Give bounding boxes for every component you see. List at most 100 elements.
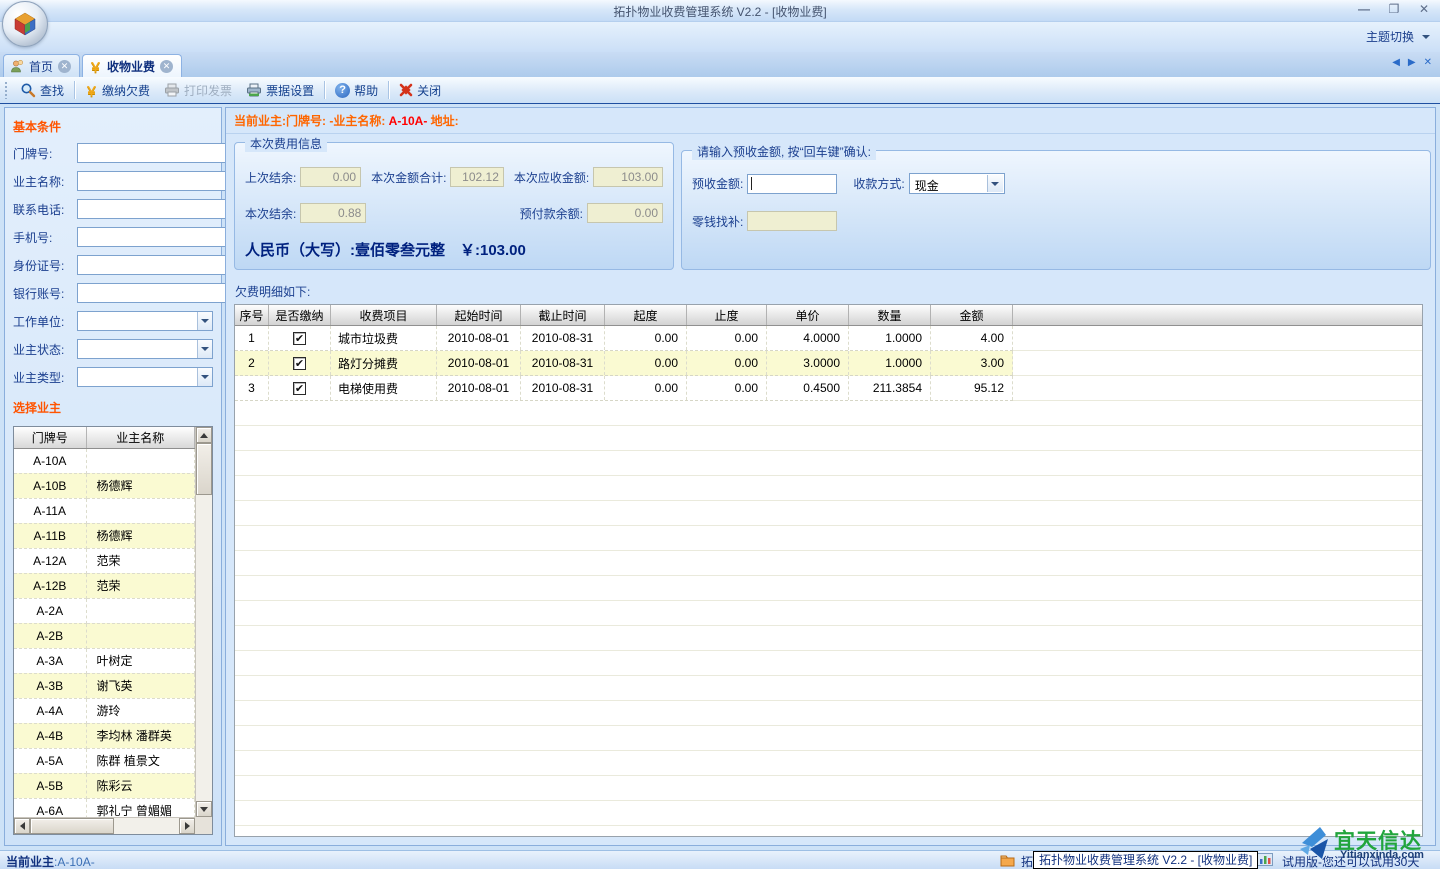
owner-row[interactable]: A-6A 郭礼宁 曾媚媚	[14, 798, 195, 817]
arrears-row[interactable]: 1 ✔ 城市垃圾费 2010-08-01 2010-08-31 0.00 0.0…	[235, 326, 1013, 351]
paid-cell: ✔	[269, 351, 331, 375]
chevron-down-icon[interactable]	[987, 175, 1003, 192]
text-caret	[751, 177, 752, 190]
menu-item[interactable]	[114, 33, 142, 41]
owner-col-door[interactable]: 门牌号	[14, 427, 86, 448]
filter-input[interactable]	[77, 255, 240, 275]
col-amount[interactable]: 金额	[931, 305, 1013, 325]
col-from[interactable]: 起度	[605, 305, 687, 325]
arrears-grid: 序号 是否缴纳 收费项目 起始时间 截止时间 起度 止度 单价 数量 金额 1 …	[234, 304, 1423, 837]
help-button[interactable]: ? 帮助	[328, 79, 385, 102]
filter-input[interactable]	[77, 143, 240, 163]
app-logo-orb[interactable]	[2, 1, 48, 47]
col-paid[interactable]: 是否缴纳	[269, 305, 331, 325]
col-price[interactable]: 单价	[767, 305, 849, 325]
owner-row[interactable]: A-10B 杨德辉	[14, 473, 195, 498]
owner-row[interactable]: A-10A	[14, 448, 195, 473]
chevron-down-icon[interactable]	[197, 312, 212, 330]
amount-cell: 95.12	[931, 376, 1013, 400]
paid-checkbox[interactable]: ✔	[293, 382, 306, 395]
col-item[interactable]: 收费项目	[331, 305, 437, 325]
close-tab-button[interactable]: 关闭	[392, 79, 448, 102]
owner-grid-vscrollbar[interactable]	[195, 427, 212, 817]
owner-line-prefix: 当前业主:门牌号: -业主名称:	[234, 114, 389, 128]
tab-close-icon[interactable]: ✕	[160, 60, 173, 73]
scroll-left-icon[interactable]	[14, 818, 30, 834]
taskbar-item-text[interactable]: 拓	[1021, 853, 1033, 869]
owner-row[interactable]: A-2B	[14, 623, 195, 648]
tab-scroll-right-icon[interactable]: ▶	[1408, 57, 1416, 68]
col-to[interactable]: 止度	[687, 305, 767, 325]
close-button[interactable]: ✕	[1416, 2, 1432, 16]
owner-row[interactable]: A-2A	[14, 598, 195, 623]
tab-list-close-icon[interactable]: ✕	[1424, 57, 1432, 68]
owner-row[interactable]: A-12B 范荣	[14, 573, 195, 598]
col-qty[interactable]: 数量	[849, 305, 931, 325]
owner-row[interactable]: A-11A	[14, 498, 195, 523]
filter-input[interactable]	[77, 171, 240, 191]
field-label: 业主类型:	[13, 369, 77, 386]
find-button[interactable]: 查找	[13, 79, 71, 102]
filter-input[interactable]	[77, 283, 240, 303]
col-seq[interactable]: 序号	[235, 305, 269, 325]
payment-method-select[interactable]: 现金	[909, 173, 1005, 194]
paid-checkbox[interactable]: ✔	[293, 357, 306, 370]
fee-item-cell: 电梯使用费	[331, 376, 437, 400]
paid-cell: ✔	[269, 326, 331, 350]
owner-col-name[interactable]: 业主名称	[86, 427, 195, 448]
hscroll-thumb[interactable]	[30, 818, 114, 834]
menu-item[interactable]	[170, 33, 198, 41]
arrears-row[interactable]: 2 ✔ 路灯分摊费 2010-08-01 2010-08-31 0.00 0.0…	[235, 351, 1013, 376]
filter-input[interactable]	[77, 199, 240, 219]
trial-item-icon[interactable]	[1257, 853, 1273, 869]
scroll-down-icon[interactable]	[196, 801, 212, 817]
col-start[interactable]: 起始时间	[437, 305, 521, 325]
maximize-button[interactable]: ❐	[1386, 2, 1402, 16]
print-invoice-button[interactable]: 打印发票	[157, 79, 239, 102]
owner-grid-hscrollbar[interactable]	[14, 817, 195, 834]
arrears-row[interactable]: 3 ✔ 电梯使用费 2010-08-01 2010-08-31 0.00 0.0…	[235, 376, 1013, 401]
chevron-down-icon	[1422, 35, 1430, 39]
owner-row[interactable]: A-3B 谢飞英	[14, 673, 195, 698]
scroll-right-icon[interactable]	[179, 818, 195, 834]
prepay-amount-input[interactable]	[747, 174, 837, 194]
menu-item[interactable]	[198, 33, 226, 41]
chevron-down-icon[interactable]	[197, 368, 212, 386]
owner-name-cell: 谢飞英	[86, 673, 195, 698]
start-date-cell: 2010-08-01	[437, 351, 521, 375]
ticket-settings-button[interactable]: 票据设置	[239, 79, 321, 102]
prepaid-label: 预付款余额:	[520, 205, 583, 222]
change-label: 零钱找补:	[692, 213, 743, 230]
tab-scroll-left-icon[interactable]: ◀	[1392, 57, 1400, 68]
owner-row[interactable]: A-5B 陈彩云	[14, 773, 195, 798]
tab-close-icon[interactable]: ✕	[58, 60, 71, 73]
owner-row[interactable]: A-3A 叶树定	[14, 648, 195, 673]
pay-arrears-button[interactable]: ￥ 缴纳欠费	[78, 78, 157, 103]
menu-item[interactable]	[58, 33, 86, 41]
owner-row[interactable]: A-4B 李均林 潘群英	[14, 723, 195, 748]
filter-select[interactable]	[77, 367, 213, 387]
filter-select[interactable]	[77, 339, 213, 359]
end-date-cell: 2010-08-31	[521, 376, 605, 400]
owner-row[interactable]: A-11B 杨德辉	[14, 523, 195, 548]
filter-select[interactable]	[77, 311, 213, 331]
chevron-down-icon[interactable]	[197, 340, 212, 358]
taskbar-item-icon[interactable]	[1000, 853, 1015, 869]
paid-checkbox[interactable]: ✔	[293, 332, 306, 345]
theme-switch[interactable]: 主题切换	[1366, 28, 1430, 45]
menu-item[interactable]	[142, 33, 170, 41]
minimize-button[interactable]: —	[1356, 2, 1372, 16]
tab-home[interactable]: 首页 ✕	[3, 54, 80, 77]
toolbar: 查找 ￥ 缴纳欠费 打印发票 票据设置 ? 帮	[0, 77, 1440, 104]
filter-input[interactable]	[77, 227, 240, 247]
owner-row[interactable]: A-12A 范荣	[14, 548, 195, 573]
tab-collect-fee[interactable]: ￥ 收物业费 ✕	[82, 54, 182, 77]
menu-item[interactable]	[86, 33, 114, 41]
to-degree-cell: 0.00	[687, 351, 767, 375]
vscroll-thumb[interactable]	[196, 443, 212, 495]
owner-row[interactable]: A-5A 陈群 植景文	[14, 748, 195, 773]
owner-row[interactable]: A-4A 游玲	[14, 698, 195, 723]
col-end[interactable]: 截止时间	[521, 305, 605, 325]
scroll-up-icon[interactable]	[196, 427, 212, 443]
print-invoice-label: 打印发票	[184, 82, 232, 99]
